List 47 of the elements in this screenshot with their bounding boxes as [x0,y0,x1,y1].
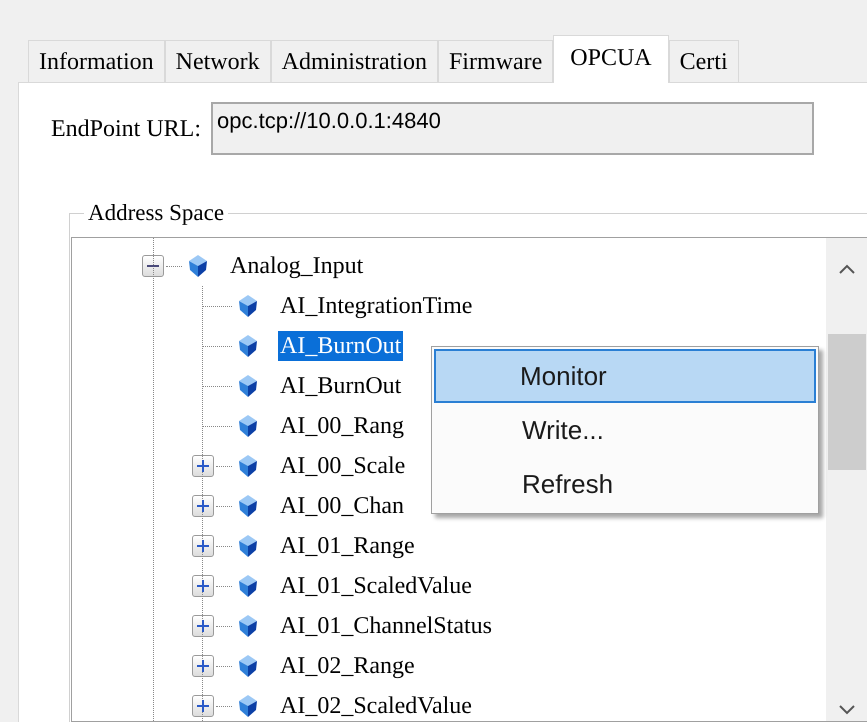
tree-item[interactable]: AI_02_Range [278,651,417,681]
scrollbar[interactable] [826,238,867,721]
tree-item[interactable]: AI_BurnOut [278,331,404,361]
menu-item[interactable]: Write... [434,403,816,457]
tree-item[interactable]: AI_00_Scale [278,451,408,481]
expand-toggle[interactable] [192,455,214,477]
endpoint-url-field[interactable]: opc.tcp://10.0.0.1:4840 [211,102,814,155]
tree-item[interactable]: Analog_Input [228,251,366,281]
expand-toggle[interactable] [192,575,214,597]
cube-icon [238,654,258,678]
cube-icon [238,694,258,718]
tab[interactable]: Network [164,40,271,82]
menu-item[interactable]: Monitor [434,349,816,403]
tree-item[interactable]: AI_00_Rang [278,411,406,441]
cube-icon [238,294,258,318]
scrollbar-thumb[interactable] [828,334,866,470]
tab[interactable]: Information [28,40,165,82]
tab[interactable]: OPCUA [553,35,669,83]
tab[interactable]: Administration [270,40,438,82]
tree-item[interactable]: AI_01_ChannelStatus [278,611,494,641]
tab[interactable]: Certi [668,40,739,82]
collapse-toggle[interactable] [142,255,164,277]
tree-item[interactable]: AI_IntegrationTime [278,291,474,321]
cube-icon [238,614,258,638]
menu-item[interactable]: Refresh [434,457,816,511]
expand-toggle[interactable] [192,655,214,677]
cube-icon [238,374,258,398]
cube-icon [238,574,258,598]
expand-toggle[interactable] [192,615,214,637]
cube-icon [238,534,258,558]
scroll-down-icon[interactable] [839,705,855,715]
tree-item[interactable]: AI_02_ScaledValue [278,691,474,721]
expand-toggle[interactable] [192,495,214,517]
cube-icon [238,334,258,358]
endpoint-label: EndPoint URL: [51,114,202,144]
cube-icon [238,454,258,478]
tab[interactable]: Firmware [438,40,554,82]
cube-icon [238,414,258,438]
cube-icon [188,254,208,278]
cube-icon [238,494,258,518]
expand-toggle[interactable] [192,535,214,557]
tree-item[interactable]: AI_01_Range [278,531,417,561]
scroll-up-icon[interactable] [839,264,855,274]
tree-item[interactable]: AI_01_ScaledValue [278,571,474,601]
tree-item[interactable]: AI_00_Chan [278,491,406,521]
tree-item[interactable]: AI_BurnOut [278,371,404,401]
expand-toggle[interactable] [192,695,214,717]
